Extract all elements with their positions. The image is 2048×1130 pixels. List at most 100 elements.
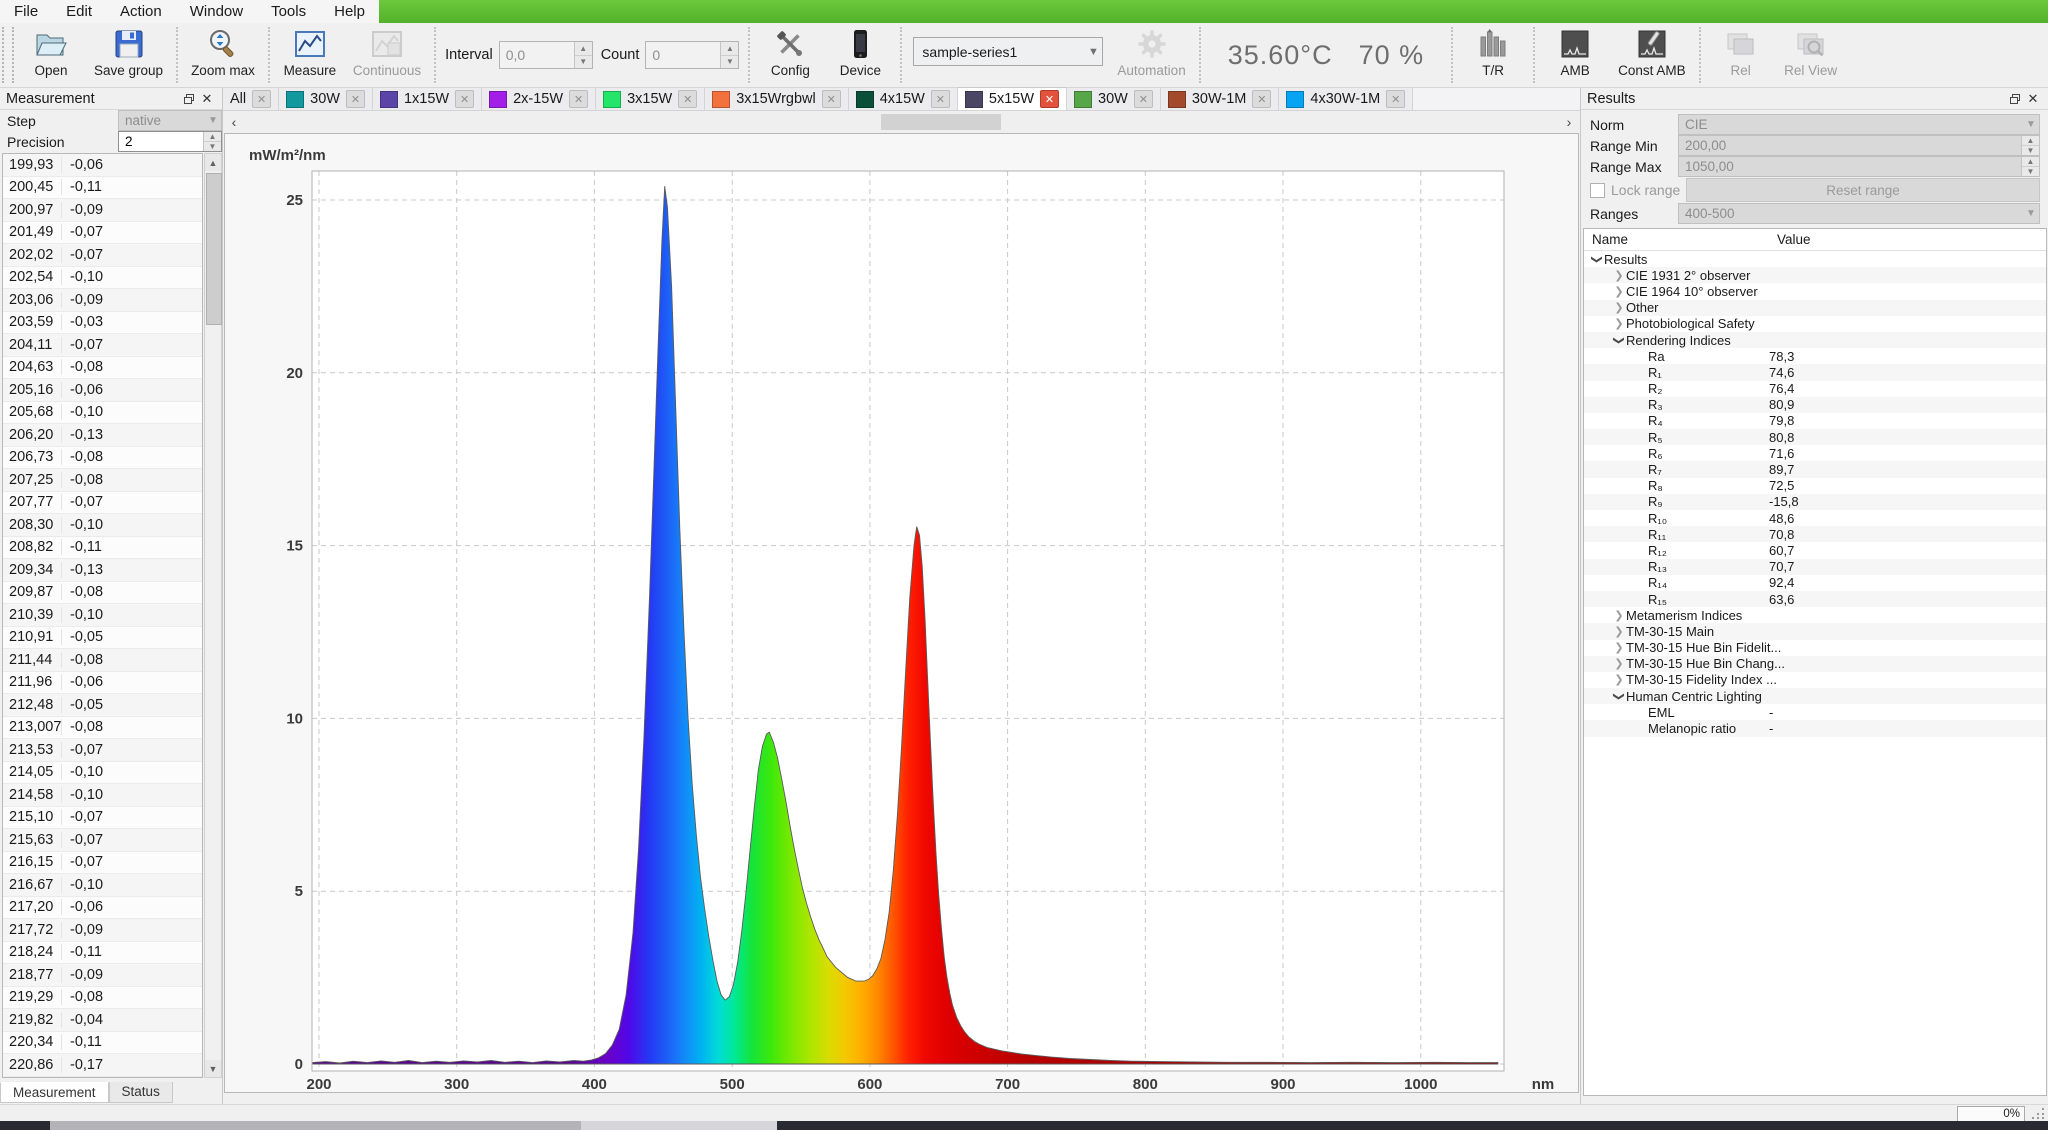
table-row[interactable]: 221,39-0,12 bbox=[3, 1077, 202, 1079]
table-row[interactable]: 208,30-0,10 bbox=[3, 514, 202, 537]
tree-row[interactable]: ❯CIE 1964 10° observer bbox=[1584, 283, 2046, 299]
series-tab-3x15wrgbwl[interactable]: 3x15Wrgbwl✕ bbox=[705, 88, 849, 110]
close-tab-icon[interactable]: ✕ bbox=[346, 90, 365, 108]
tree-row[interactable]: R₈72,5 bbox=[1584, 478, 2046, 494]
tree-row[interactable]: ❯Metamerism Indices bbox=[1584, 607, 2046, 623]
tree-row[interactable]: ❯Human Centric Lighting bbox=[1584, 688, 2046, 704]
tree-row[interactable]: Melanopic ratio- bbox=[1584, 720, 2046, 736]
series-select[interactable]: sample-series1▼ bbox=[913, 37, 1103, 66]
chevron-down-icon[interactable]: ❯ bbox=[1613, 689, 1626, 703]
zoom-max-button[interactable]: Zoom max bbox=[183, 23, 263, 87]
tree-row[interactable]: ❯Results bbox=[1584, 251, 2046, 267]
series-tab-5x15w[interactable]: 5x15W✕ bbox=[958, 87, 1067, 110]
tree-row[interactable]: Ra78,3 bbox=[1584, 348, 2046, 364]
table-row[interactable]: 213,53-0,07 bbox=[3, 739, 202, 762]
scroll-down-icon[interactable]: ▼ bbox=[205, 1060, 221, 1077]
table-row[interactable]: 200,97-0,09 bbox=[3, 199, 202, 222]
scroll-track[interactable] bbox=[245, 111, 1558, 133]
table-row[interactable]: 215,63-0,07 bbox=[3, 829, 202, 852]
rel-view-button[interactable]: Rel View bbox=[1776, 23, 1846, 87]
close-tab-icon[interactable]: ✕ bbox=[1040, 90, 1059, 108]
count-spinner[interactable]: ▲▼ bbox=[720, 42, 738, 68]
scroll-right-icon[interactable]: › bbox=[1558, 114, 1580, 130]
table-row[interactable]: 216,15-0,07 bbox=[3, 852, 202, 875]
close-tab-icon[interactable]: ✕ bbox=[931, 90, 950, 108]
scroll-up-icon[interactable]: ▲ bbox=[205, 154, 221, 171]
table-row[interactable]: 217,72-0,09 bbox=[3, 919, 202, 942]
table-row[interactable]: 216,67-0,10 bbox=[3, 874, 202, 897]
const-amb-button[interactable]: Const AMB bbox=[1610, 23, 1694, 87]
range-min-input[interactable]: 200,00 ▲▼ bbox=[1678, 135, 2040, 156]
tree-row[interactable]: R₅80,8 bbox=[1584, 429, 2046, 445]
table-row[interactable]: 215,10-0,07 bbox=[3, 807, 202, 830]
tree-row[interactable]: ❯Rendering Indices bbox=[1584, 332, 2046, 348]
table-row[interactable]: 210,91-0,05 bbox=[3, 627, 202, 650]
menu-item-edit[interactable]: Edit bbox=[52, 0, 106, 23]
series-tab-30w[interactable]: 30W✕ bbox=[1067, 88, 1161, 110]
ranges-select[interactable]: 400-500 ▼ bbox=[1678, 203, 2040, 224]
rel-button[interactable]: Rel bbox=[1706, 23, 1776, 87]
tree-row[interactable]: R₁74,6 bbox=[1584, 364, 2046, 380]
tree-row[interactable]: R₁₂60,7 bbox=[1584, 542, 2046, 558]
table-row[interactable]: 211,96-0,06 bbox=[3, 672, 202, 695]
chevron-right-icon[interactable]: ❯ bbox=[1612, 641, 1626, 654]
table-row[interactable]: 214,58-0,10 bbox=[3, 784, 202, 807]
close-tab-icon[interactable]: ✕ bbox=[822, 90, 841, 108]
chevron-right-icon[interactable]: ❯ bbox=[1612, 625, 1626, 638]
close-tab-icon[interactable]: ✕ bbox=[678, 90, 697, 108]
table-row[interactable]: 211,44-0,08 bbox=[3, 649, 202, 672]
tree-row[interactable]: ❯Photobiological Safety bbox=[1584, 316, 2046, 332]
spectrum-chart[interactable]: mW/m²/nm05101520252003004005006007008009… bbox=[224, 133, 1579, 1093]
table-row[interactable]: 205,16-0,06 bbox=[3, 379, 202, 402]
table-row[interactable]: 202,54-0,10 bbox=[3, 267, 202, 290]
resize-grip[interactable] bbox=[2032, 1107, 2046, 1120]
menu-item-window[interactable]: Window bbox=[176, 0, 257, 23]
tree-row[interactable]: R₇89,7 bbox=[1584, 461, 2046, 477]
table-row[interactable]: 207,77-0,07 bbox=[3, 492, 202, 515]
tree-row[interactable]: R₁₁70,8 bbox=[1584, 526, 2046, 542]
tree-row[interactable]: R₆71,6 bbox=[1584, 445, 2046, 461]
amb-button[interactable]: AMB bbox=[1540, 23, 1610, 87]
chevron-right-icon[interactable]: ❯ bbox=[1612, 673, 1626, 686]
table-row[interactable]: 204,63-0,08 bbox=[3, 357, 202, 380]
table-row[interactable]: 200,45-0,11 bbox=[3, 177, 202, 200]
table-row[interactable]: 210,39-0,10 bbox=[3, 604, 202, 627]
automation-button[interactable]: Automation bbox=[1109, 23, 1193, 87]
chevron-right-icon[interactable]: ❯ bbox=[1612, 609, 1626, 622]
chevron-down-icon[interactable]: ❯ bbox=[1613, 333, 1626, 347]
step-select[interactable]: native ▼ bbox=[118, 110, 222, 131]
device-button[interactable]: Device bbox=[825, 23, 895, 87]
table-row[interactable]: 203,59-0,03 bbox=[3, 312, 202, 335]
menu-item-action[interactable]: Action bbox=[106, 0, 176, 23]
open-button[interactable]: Open bbox=[16, 23, 86, 87]
table-row[interactable]: 212,48-0,05 bbox=[3, 694, 202, 717]
chevron-right-icon[interactable]: ❯ bbox=[1612, 657, 1626, 670]
measure-button[interactable]: Measure bbox=[275, 23, 345, 87]
tree-row[interactable]: R₁₃70,7 bbox=[1584, 559, 2046, 575]
table-row[interactable]: 207,25-0,08 bbox=[3, 469, 202, 492]
table-row[interactable]: 206,20-0,13 bbox=[3, 424, 202, 447]
chevron-right-icon[interactable]: ❯ bbox=[1612, 317, 1626, 330]
close-tab-icon[interactable]: ✕ bbox=[1386, 90, 1405, 108]
tree-row[interactable]: ❯Other bbox=[1584, 300, 2046, 316]
table-row[interactable]: 209,34-0,13 bbox=[3, 559, 202, 582]
table-row[interactable]: 206,73-0,08 bbox=[3, 447, 202, 470]
close-tab-icon[interactable]: ✕ bbox=[252, 90, 271, 108]
table-row[interactable]: 217,20-0,06 bbox=[3, 897, 202, 920]
series-tab-4x15w[interactable]: 4x15W✕ bbox=[849, 88, 958, 110]
table-row[interactable]: 203,06-0,09 bbox=[3, 289, 202, 312]
tab-measurement[interactable]: Measurement bbox=[0, 1082, 109, 1103]
interval-spinner[interactable]: ▲▼ bbox=[574, 42, 592, 68]
tree-row[interactable]: ❯TM-30-15 Hue Bin Fidelit... bbox=[1584, 640, 2046, 656]
chevron-right-icon[interactable]: ❯ bbox=[1612, 301, 1626, 314]
close-tab-icon[interactable]: ✕ bbox=[569, 90, 588, 108]
close-tab-icon[interactable]: ✕ bbox=[455, 90, 474, 108]
tree-row[interactable]: R₄79,8 bbox=[1584, 413, 2046, 429]
measurement-scrollbar[interactable]: ▲ ▼ bbox=[204, 153, 222, 1078]
interval-input[interactable]: 0,0▲▼ bbox=[499, 41, 593, 69]
table-row[interactable]: 205,68-0,10 bbox=[3, 402, 202, 425]
chevron-right-icon[interactable]: ❯ bbox=[1612, 269, 1626, 282]
table-row[interactable]: 220,34-0,11 bbox=[3, 1032, 202, 1055]
table-row[interactable]: 213,007-0,08 bbox=[3, 717, 202, 740]
table-row[interactable]: 219,29-0,08 bbox=[3, 987, 202, 1010]
